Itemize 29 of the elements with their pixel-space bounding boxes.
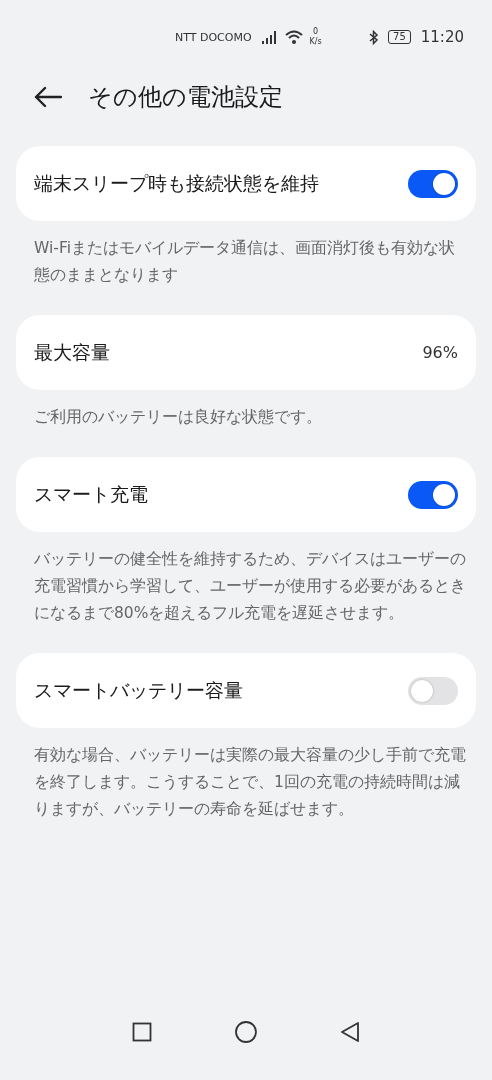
setting-description: バッテリーの健全性を維持するため、デバイスはユーザーの充電習慣から学習して、ユーザーが使用する必要があるときになるまで80%を超えるフル充電を遅延させます。 — [34, 549, 467, 624]
setting-label: 最大容量 — [34, 339, 110, 365]
setting-card[interactable]: 最大容量 96% — [16, 315, 476, 390]
toggle-switch[interactable] — [408, 480, 458, 509]
toggle-switch[interactable] — [408, 676, 458, 705]
back-arrow-icon[interactable] — [34, 86, 62, 108]
bluetooth-icon — [369, 29, 379, 45]
battery-indicator: 75 — [388, 30, 411, 44]
setting-card[interactable]: スマート充電 — [16, 457, 476, 532]
home-icon[interactable] — [234, 1020, 258, 1044]
setting-label: スマート充電 — [34, 481, 148, 507]
carrier-name: NTT DOCOMO — [175, 30, 252, 44]
toggle-switch[interactable] — [408, 169, 458, 198]
clock-time: 11:20 — [420, 28, 464, 46]
page-title: その他の電池設定 — [88, 82, 283, 113]
back-icon[interactable] — [340, 1021, 360, 1043]
setting-label: 端末スリープ時も接続状態を維持 — [34, 170, 319, 196]
speed-value: 0 — [313, 27, 319, 37]
setting-value: 96% — [422, 343, 458, 362]
speed-unit: K/s — [309, 37, 322, 47]
setting-label: スマートバッテリー容量 — [34, 677, 243, 703]
wifi-icon — [283, 29, 304, 45]
setting-card[interactable]: スマートバッテリー容量 — [16, 653, 476, 728]
setting-description: ご利用のバッテリーは良好な状態です。 — [34, 407, 323, 428]
setting-description: 有効な場合、バッテリーは実際の最大容量の少し手前で充電を終了します。こうすることで、1回の充電の持続時間は減りますが、バッテリーの寿命を延ばせます。 — [34, 745, 467, 820]
recent-apps-icon[interactable] — [132, 1022, 152, 1042]
setting-description: Wi-Fiまたはモバイルデータ通信は、画面消灯後も有効な状態のままとなります — [34, 238, 456, 286]
setting-card[interactable]: 端末スリープ時も接続状態を維持 — [16, 146, 476, 221]
signal-icon — [261, 30, 278, 44]
